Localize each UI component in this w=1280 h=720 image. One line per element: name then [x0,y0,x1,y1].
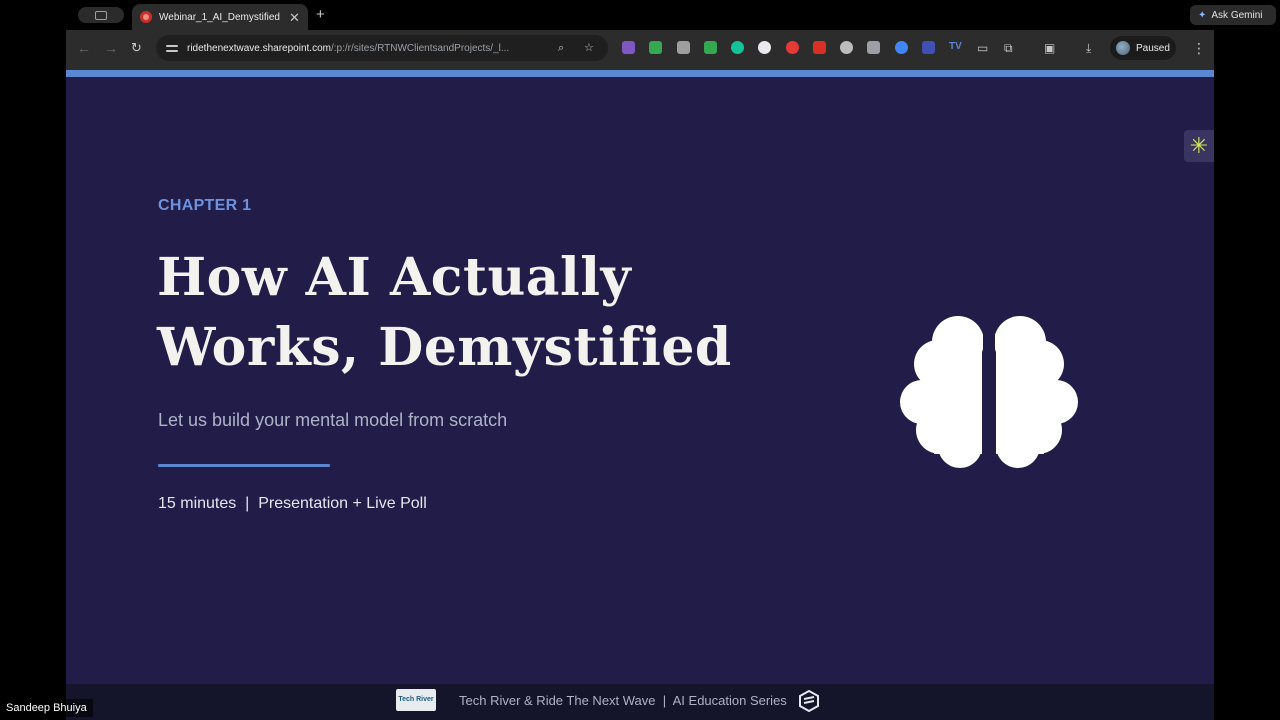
address-bar[interactable]: ridethenextwave.sharepoint.com/:p:/r/sit… [156,35,608,61]
green-ext-2-icon[interactable] [704,41,717,54]
browser-menu-icon[interactable]: ⋮ [1192,39,1206,57]
zoom-search-icon[interactable]: ⌕ [558,41,564,55]
blue-ext-icon[interactable] [895,41,908,54]
url-path: /:p:/r/sites/RTNWClientsandProjects/_l..… [330,42,510,54]
url-text[interactable]: ridethenextwave.sharepoint.com/:p:/r/sit… [187,43,553,54]
presentation-slide: CHAPTER 1 How AI Actually Works, Demysti… [66,66,1214,684]
grid-ext-icon[interactable] [867,41,880,54]
tech-river-logo: Tech River [396,689,436,711]
new-tab-button[interactable]: + [316,6,325,24]
ask-gemini-button[interactable]: ✦ Ask Gemini [1190,5,1276,25]
pen-ext-icon[interactable] [922,41,935,54]
reading-mode-icon[interactable]: ▭ [977,39,988,57]
green-ext-icon[interactable] [649,41,662,54]
avatar [1116,41,1130,55]
extensions-puzzle-icon[interactable]: ⧉ [1004,39,1013,57]
profile-status-label: Paused [1136,42,1170,54]
round-ext-icon[interactable] [840,41,853,54]
tab-search-icon [95,10,107,20]
speaker-name-label: Sandeep Bhuiya [0,699,93,717]
reload-icon[interactable]: ↻ [131,39,142,57]
tab-close-icon[interactable]: ✕ [289,11,300,24]
screen-search-icon[interactable]: ▣ [1044,39,1055,57]
s-ext-icon[interactable] [758,41,771,54]
slide-title-line-1: How AI Actually [157,247,632,308]
tv-ext-icon[interactable]: TV [949,40,962,54]
footer-text: Tech River & Ride The Next Wave | AI Edu… [459,693,787,708]
red-ext-icon[interactable] [786,41,799,54]
active-tab[interactable]: Webinar_1_AI_Demystified - ✕ [132,4,308,30]
ride-the-next-wave-logo-icon [799,690,819,712]
grammarly-ext-icon[interactable] [731,41,744,54]
bookmark-star-icon[interactable]: ☆ [584,41,594,55]
slide-title: How AI Actually Works, Demystified [157,243,732,383]
gemini-sparkle-icon: ✦ [1198,9,1207,21]
session-meta: 15 minutes | Presentation + Live Poll [158,495,427,512]
ask-gemini-label: Ask Gemini [1211,9,1263,21]
tab-title: Webinar_1_AI_Demystified - [159,11,283,23]
powerpoint-favicon-icon [140,11,152,23]
profile-paused-button[interactable]: Paused [1110,36,1176,60]
chapter-label: CHAPTER 1 [158,197,252,214]
toolbar-divider [66,66,1214,70]
url-host: ridethenextwave.sharepoint.com [187,42,331,54]
forward-arrow-icon[interactable]: → [104,39,118,57]
tab-strip: Webinar_1_AI_Demystified - ✕ + ✦ Ask Gem… [66,0,1276,30]
tab-search-button[interactable] [78,7,124,23]
back-arrow-icon[interactable]: ← [77,39,91,57]
grey-ext-icon[interactable] [677,41,690,54]
site-info-icon[interactable] [166,43,178,53]
accent-divider [158,464,330,467]
slide-subtitle: Let us build your mental model from scra… [158,410,508,430]
slide-footer: Tech River Tech River & Ride The Next Wa… [66,684,1214,720]
puzzle-ext-icon[interactable] [622,41,635,54]
browser-toolbar: ← → ↻ ridethenextwave.sharepoint.com/:p:… [66,30,1214,66]
red-ext-2-icon[interactable] [813,41,826,54]
slide-title-line-2: Works, Demystified [157,317,732,378]
brain-icon [900,314,1078,470]
sidebar-asterisk-icon[interactable]: ✳ [1184,130,1214,162]
download-icon[interactable]: ⤓ [1086,39,1091,57]
slide-accent-bar [66,70,1214,77]
